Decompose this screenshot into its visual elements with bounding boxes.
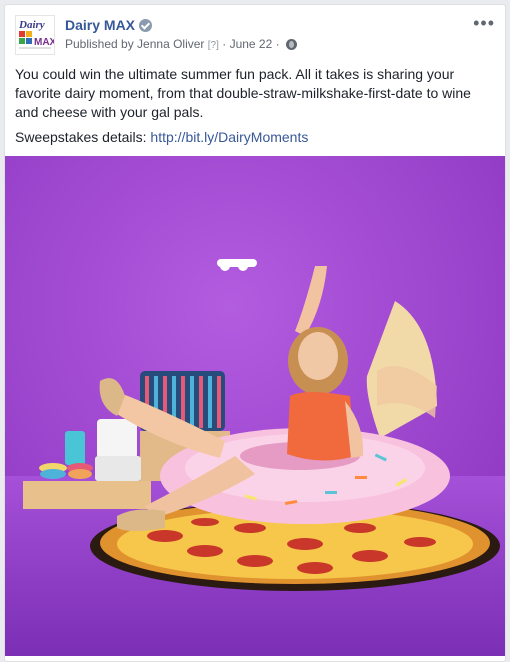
feed-post: Dairy MAX Dairy MAX Published by Jenna O… — [4, 4, 506, 662]
page-avatar[interactable]: Dairy MAX — [15, 15, 55, 55]
svg-text:MAX: MAX — [34, 37, 54, 48]
post-meta: Published by Jenna Oliver [?] · June 22 … — [65, 37, 297, 51]
svg-text:Dairy: Dairy — [18, 19, 45, 31]
tumbler — [65, 431, 85, 465]
page-name-link[interactable]: Dairy MAX — [65, 17, 153, 33]
photo-illustration — [5, 156, 505, 656]
wooden-crate — [23, 481, 151, 509]
post-date-link[interactable]: June 22 — [230, 37, 273, 51]
more-options-icon[interactable]: ••• — [473, 14, 495, 32]
post-photo[interactable] — [5, 156, 505, 656]
published-by-text[interactable]: Published by Jenna Oliver — [65, 37, 204, 51]
meta-separator: · — [222, 37, 227, 51]
details-link[interactable]: http://bit.ly/DairyMoments — [150, 129, 308, 145]
meta-separator-2: · — [275, 37, 280, 51]
verified-badge-icon — [139, 19, 153, 32]
post-text: You could win the ultimate summer fun pa… — [15, 65, 495, 153]
post-header: Dairy MAX Dairy MAX Published by Jenna O… — [15, 14, 495, 59]
page-name-text[interactable]: Dairy MAX — [65, 17, 135, 33]
post-body: You could win the ultimate summer fun pa… — [15, 66, 471, 120]
sweepstakes-line: Sweepstakes details: http://bit.ly/Dairy… — [15, 128, 495, 147]
help-mark[interactable]: [?] — [208, 40, 219, 51]
dairy-max-logo: Dairy MAX — [16, 16, 54, 54]
details-label: Sweepstakes details: — [15, 129, 147, 145]
globe-icon[interactable] — [285, 39, 297, 50]
blender — [97, 419, 137, 459]
